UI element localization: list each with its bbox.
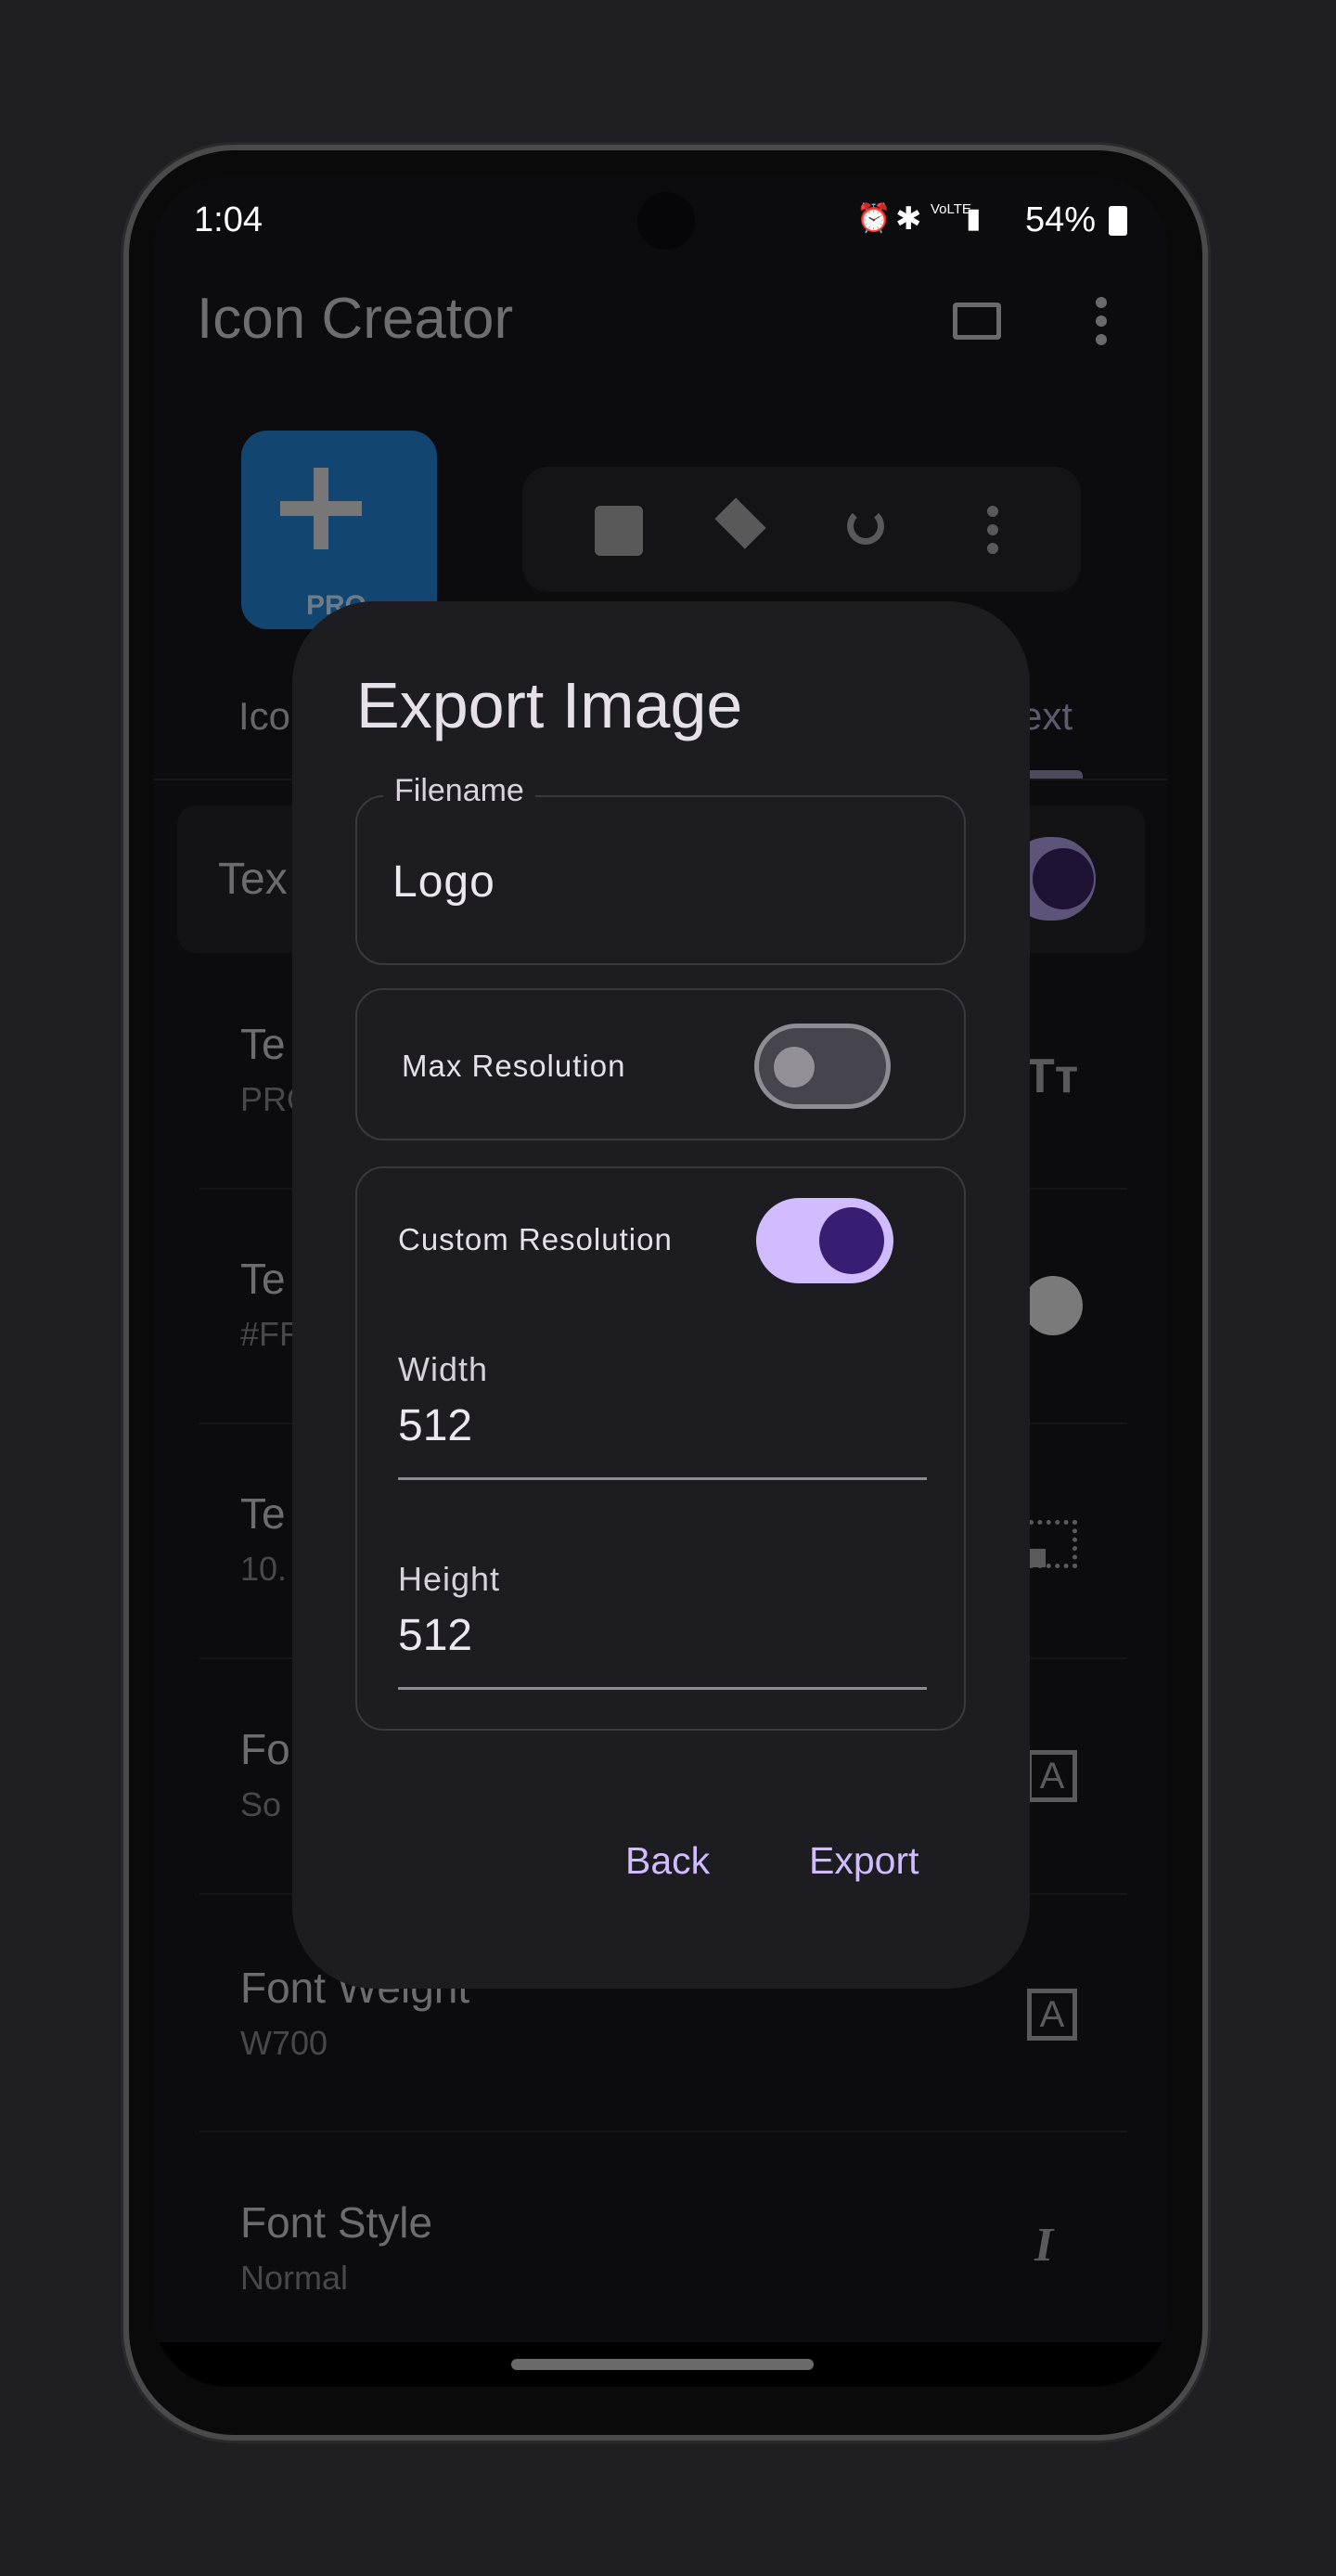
height-value: 512 <box>398 1611 473 1660</box>
layers-icon[interactable] <box>714 497 766 549</box>
section-label: Tex <box>218 855 288 904</box>
toggle-knob <box>774 1047 815 1088</box>
list-item-font-style[interactable]: Font Style Normal <box>240 2197 432 2298</box>
font-icon: A <box>1027 1989 1077 2041</box>
height-label: Height <box>398 1560 501 1598</box>
filename-label: Filename <box>383 773 535 809</box>
status-time: 1:04 <box>194 200 263 239</box>
item-subtitle: W700 <box>240 2024 328 2062</box>
bluetooth-icon: ✱ <box>895 201 922 237</box>
max-resolution-toggle[interactable] <box>754 1024 891 1109</box>
battery-icon <box>1109 206 1127 236</box>
width-field[interactable]: Width 512 <box>398 1350 927 1480</box>
save-icon[interactable] <box>595 506 643 556</box>
font-icon: A <box>1027 1750 1077 1802</box>
item-title: Font Style <box>240 2198 433 2247</box>
resize-icon <box>1025 1520 1077 1568</box>
icon-preview[interactable]: PRO <box>241 431 437 629</box>
custom-resolution-label: Custom Resolution <box>398 1222 673 1256</box>
editor-toolbar <box>522 467 1081 592</box>
filename-field[interactable]: Filename Logo <box>355 773 966 965</box>
item-subtitle: 10. <box>240 1550 288 1588</box>
app-title: Icon Creator <box>197 287 514 351</box>
text-fields-icon: Tт <box>1025 1050 1079 1103</box>
plus-icon-bar <box>280 501 362 516</box>
max-resolution-label: Max Resolution <box>402 1049 626 1083</box>
home-indicator[interactable] <box>511 2359 814 2370</box>
export-button[interactable]: Export <box>809 1839 919 1883</box>
item-title: Fo <box>240 1725 290 1773</box>
back-button[interactable]: Back <box>625 1839 710 1883</box>
battery-percent: 54% <box>1025 200 1097 239</box>
toggle-knob <box>819 1207 884 1274</box>
refresh-icon[interactable] <box>847 508 884 545</box>
width-label: Width <box>398 1350 489 1388</box>
export-dialog: Export Image Filename Logo Max Resolutio… <box>292 601 1030 1989</box>
item-subtitle: So <box>240 1785 282 1823</box>
divider <box>199 2131 1127 2132</box>
width-value: 512 <box>398 1401 473 1450</box>
custom-resolution-toggle[interactable] <box>756 1198 893 1283</box>
tab-icon[interactable]: Ico <box>238 694 290 739</box>
volte-icon: VoLTE <box>931 201 971 217</box>
camera-cutout <box>637 192 695 250</box>
alarm-icon: ⏰ <box>856 203 892 234</box>
width-underline <box>398 1477 927 1480</box>
max-resolution-card: Max Resolution <box>355 988 966 1140</box>
list-item[interactable]: Te #FF <box>240 1254 300 1354</box>
item-title: Te <box>240 1255 286 1303</box>
more-vert-icon[interactable] <box>1096 297 1107 345</box>
list-item[interactable]: Fo So <box>240 1724 290 1824</box>
dialog-title: Export Image <box>356 669 743 741</box>
list-item[interactable]: Te 10. <box>240 1488 287 1589</box>
item-subtitle: Normal <box>240 2259 349 2297</box>
toggle-knob <box>1033 848 1094 909</box>
item-subtitle: #FF <box>240 1315 301 1353</box>
color-circle-icon <box>1023 1276 1083 1335</box>
filename-value: Logo <box>392 857 495 907</box>
custom-resolution-card: Custom Resolution Width 512 Height 512 <box>355 1166 966 1731</box>
height-underline <box>398 1687 927 1690</box>
italic-icon: I <box>1034 2219 1054 2272</box>
signal-icon: ▮ <box>966 203 982 234</box>
height-field[interactable]: Height 512 <box>398 1560 927 1690</box>
item-title: Te <box>240 1489 286 1538</box>
more-vert-icon[interactable] <box>987 506 998 554</box>
folder-icon[interactable] <box>953 303 1001 340</box>
